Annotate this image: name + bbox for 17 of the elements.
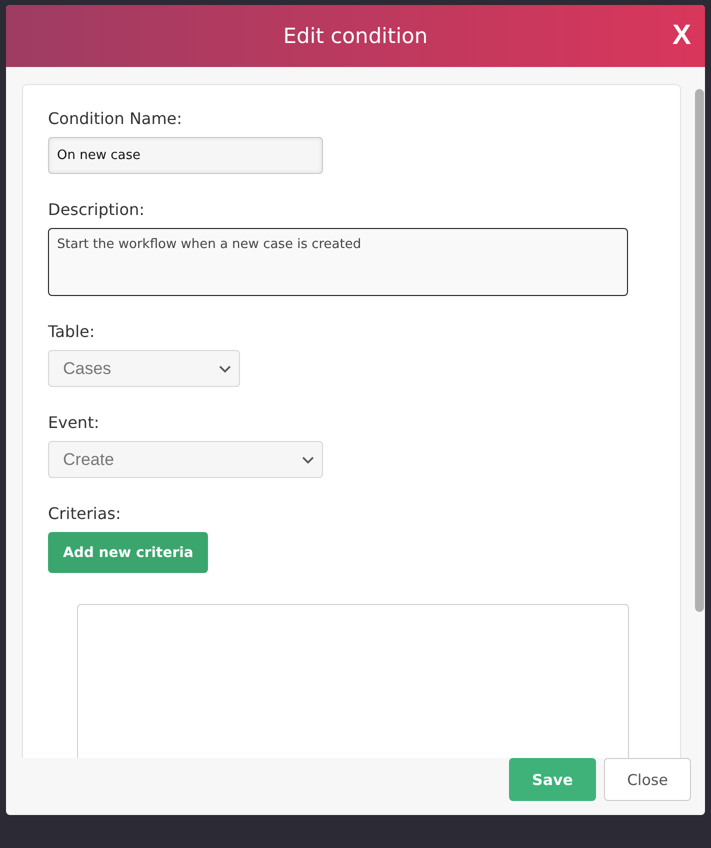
- field-label: Description:: [48, 200, 145, 219]
- close-button[interactable]: Close: [604, 758, 691, 801]
- add-criteria-button[interactable]: Add new criteria: [48, 532, 208, 573]
- field-label: Table:: [48, 322, 95, 341]
- close-button[interactable]: X: [670, 19, 693, 51]
- scrollbar[interactable]: [695, 89, 704, 612]
- dialog-title: Edit condition: [283, 24, 428, 48]
- field-label: Condition Name:: [48, 109, 182, 128]
- chevron-down-icon: [302, 456, 314, 464]
- description-textarea[interactable]: Start the workflow when a new case is created: [48, 228, 628, 296]
- field-label: Criterias:: [48, 504, 121, 523]
- chevron-down-icon: [219, 364, 231, 372]
- name-input[interactable]: On new case: [48, 137, 323, 174]
- field-label: Event:: [48, 413, 100, 432]
- select-dropdown[interactable]: Create: [48, 441, 323, 478]
- select-dropdown[interactable]: Cases: [48, 350, 240, 387]
- save-button[interactable]: Save: [509, 758, 596, 801]
